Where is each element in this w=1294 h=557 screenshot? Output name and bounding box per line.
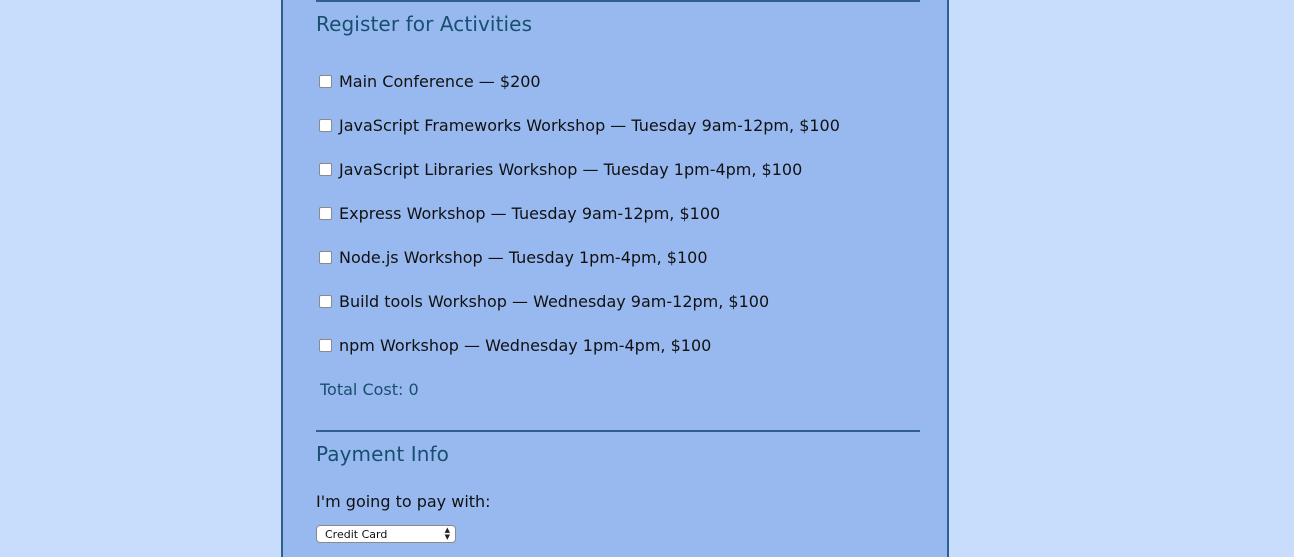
activity-label: Node.js Workshop — Tuesday 1pm-4pm, $100: [339, 247, 708, 267]
payment-method-select[interactable]: Credit Card ▲ ▼: [316, 525, 456, 543]
activity-npm[interactable]: npm Workshop — Wednesday 1pm-4pm, $100: [316, 335, 711, 355]
activity-label: JavaScript Libraries Workshop — Tuesday …: [339, 159, 803, 179]
activity-checkbox[interactable]: [319, 338, 332, 352]
activity-checkbox[interactable]: [319, 206, 332, 220]
activity-checkbox[interactable]: [319, 74, 332, 88]
activities-section-title: Register for Activities: [316, 12, 533, 36]
activity-label: Build tools Workshop — Wednesday 9am-12p…: [339, 291, 770, 311]
activity-main-conference[interactable]: Main Conference — $200: [316, 71, 541, 91]
activity-checkbox[interactable]: [319, 162, 332, 176]
section-divider: [316, 430, 920, 432]
activity-label: Express Workshop — Tuesday 9am-12pm, $10…: [339, 203, 721, 223]
activity-js-libraries[interactable]: JavaScript Libraries Workshop — Tuesday …: [316, 159, 802, 179]
total-cost: Total Cost: 0: [320, 380, 419, 399]
activity-checkbox[interactable]: [319, 294, 332, 308]
activity-nodejs[interactable]: Node.js Workshop — Tuesday 1pm-4pm, $100: [316, 247, 708, 267]
activity-label: npm Workshop — Wednesday 1pm-4pm, $100: [339, 335, 712, 355]
activity-label: Main Conference — $200: [339, 71, 541, 91]
activity-checkbox[interactable]: [319, 250, 332, 264]
select-arrows-icon: ▲ ▼: [444, 526, 450, 541]
activity-checkbox[interactable]: [319, 118, 332, 132]
activity-label: JavaScript Frameworks Workshop — Tuesday…: [339, 115, 840, 135]
activity-js-frameworks[interactable]: JavaScript Frameworks Workshop — Tuesday…: [316, 115, 840, 135]
payment-section-title: Payment Info: [316, 442, 449, 466]
top-divider: [316, 0, 920, 2]
activity-build-tools[interactable]: Build tools Workshop — Wednesday 9am-12p…: [316, 291, 769, 311]
registration-form-panel: Register for Activities Main Conference …: [281, 0, 949, 557]
payment-method-label: I'm going to pay with:: [316, 492, 491, 511]
activity-express[interactable]: Express Workshop — Tuesday 9am-12pm, $10…: [316, 203, 720, 223]
payment-method-value: Credit Card: [325, 527, 388, 541]
